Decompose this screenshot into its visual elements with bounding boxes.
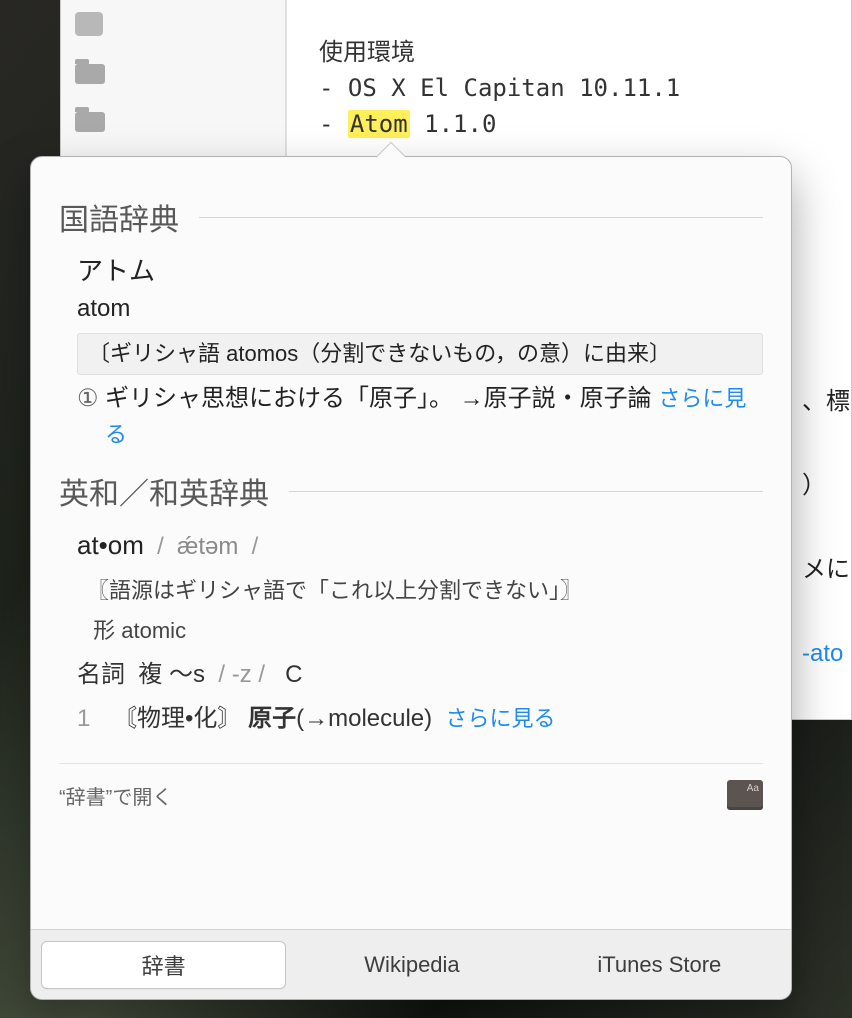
kokugo-title: 国語辞典	[59, 195, 179, 239]
folder-icon[interactable]	[75, 64, 105, 84]
tab-itunes-store[interactable]: iTunes Store	[538, 941, 781, 989]
eiwa-deriv-label: 形	[93, 618, 115, 643]
kokugo-sense-text: ギリシャ思想における「原子」。 →原子説・原子論	[105, 385, 652, 412]
kokugo-definition-text: ギリシャ思想における「原子」。 →原子説・原子論 さらに見る	[105, 381, 763, 453]
kokugo-section-header: 国語辞典	[59, 195, 763, 239]
eiwa-deriv-word: atomic	[121, 618, 186, 643]
editor-line1-prefix: -	[319, 74, 348, 102]
eiwa-field-label: 〘物理•化〙	[113, 705, 241, 732]
open-in-dictionary-row[interactable]: “辞書”で開く Aa	[59, 763, 763, 810]
popover-tab-bar: 辞書 Wikipedia iTunes Store	[31, 929, 791, 999]
popover-body: 国語辞典 アトム atom 〔ギリシャ語 atomos（分割できないもの，の意）…	[31, 157, 791, 929]
slash-icon: /	[157, 533, 164, 560]
slash-icon: /	[252, 533, 259, 560]
divider	[199, 217, 763, 218]
kokugo-definition-row: ① ギリシャ思想における「原子」。 →原子説・原子論 さらに見る	[77, 381, 763, 453]
peek-b: ）	[802, 444, 852, 528]
divider	[289, 491, 763, 492]
eiwa-section-header: 英和／和英辞典	[59, 469, 763, 513]
open-in-dictionary-label: “辞書”で開く	[59, 781, 172, 810]
eiwa-sense-number: 1	[77, 705, 90, 732]
eiwa-plural-label: 複 〜s	[138, 661, 205, 688]
slash-icon: /	[212, 661, 232, 688]
eiwa-pos: 名詞	[77, 661, 125, 688]
eiwa-headword-row: at•om / ǽtəm /	[77, 527, 763, 565]
lookup-popover: 国語辞典 アトム atom 〔ギリシャ語 atomos（分割できないもの，の意）…	[30, 156, 792, 1000]
eiwa-sense-bold: 原子	[248, 705, 296, 732]
eiwa-sense-tail: (→molecule)	[296, 705, 432, 732]
highlighted-word[interactable]: Atom	[348, 110, 410, 138]
eiwa-plural-pron: -z	[232, 661, 252, 688]
eiwa-countability: C	[285, 661, 302, 688]
peek-c: メに	[802, 528, 852, 612]
eiwa-entry: at•om / ǽtəm / 〖語源はギリシャ語で「これ以上分割できない」〗 形…	[77, 527, 763, 737]
eiwa-headword: at•om	[77, 530, 144, 560]
dictionary-icon-text: Aa	[747, 783, 759, 794]
sidebar-icons	[75, 12, 105, 132]
kokugo-etymology: 〔ギリシャ語 atomos（分割できないもの，の意）に由来〕	[77, 333, 763, 375]
editor-line1: OS X El Capitan 10.11.1	[348, 74, 680, 102]
dictionary-app-icon: Aa	[727, 780, 763, 810]
kokugo-sense-number: ①	[77, 381, 105, 417]
eiwa-definition-row: 1 〘物理•化〙 原子(→molecule) さらに見る	[77, 701, 763, 737]
tab-wikipedia[interactable]: Wikipedia	[290, 941, 533, 989]
eiwa-see-more-link[interactable]: さらに見る	[445, 706, 555, 731]
eiwa-etymology: 〖語源はギリシャ語で「これ以上分割できない」〗	[87, 573, 763, 609]
editor-line2-suffix: 1.1.0	[410, 110, 497, 138]
tab-dictionary[interactable]: 辞書	[41, 941, 286, 989]
editor-text: 使用環境 - OS X El Capitan 10.11.1 - Atom 1.…	[319, 34, 680, 142]
eiwa-pos-row: 名詞 複 〜s / -z / C	[77, 657, 763, 693]
folder-icon[interactable]	[75, 112, 105, 132]
peek-d: -ato	[802, 612, 852, 696]
eiwa-derivative: 形 atomic	[87, 613, 763, 649]
editor-heading: 使用環境	[319, 38, 415, 66]
peek-a: 、標	[802, 360, 852, 444]
eiwa-pronunciation: ǽtəm	[177, 533, 238, 560]
background-right-peek: 、標 ） メに -ato	[802, 360, 852, 710]
kokugo-entry: アトム atom 〔ギリシャ語 atomos（分割できないもの，の意）に由来〕 …	[77, 253, 763, 453]
slash-icon: /	[252, 661, 265, 688]
kokugo-term-kana: アトム	[77, 253, 763, 289]
kokugo-term-romaji: atom	[77, 291, 763, 327]
disk-icon[interactable]	[75, 12, 103, 36]
editor-line2-prefix: -	[319, 110, 348, 138]
eiwa-title: 英和／和英辞典	[59, 469, 269, 513]
